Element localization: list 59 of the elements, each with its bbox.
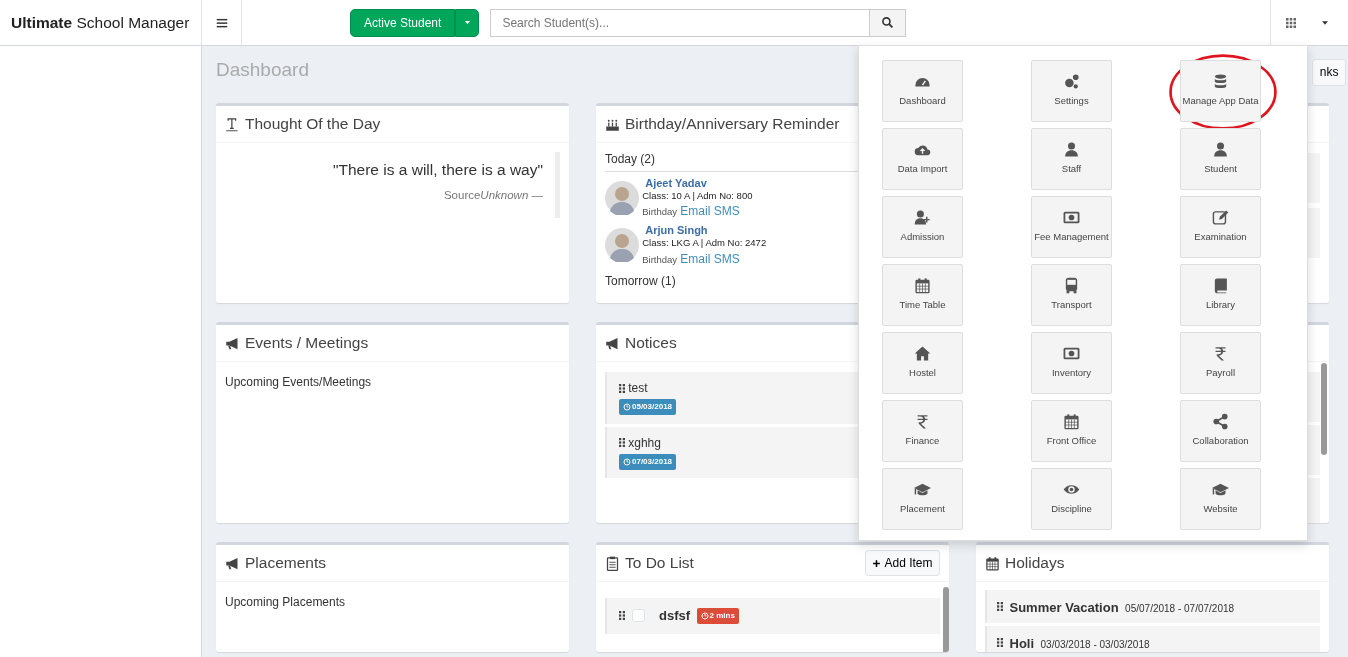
- task-text: dsfsf: [659, 607, 691, 625]
- card-title: To Do List: [625, 553, 694, 574]
- app-tile[interactable]: Payroll: [1180, 332, 1261, 394]
- card-title: Placements: [245, 553, 326, 574]
- card-title: Thought Of the Day: [245, 114, 381, 135]
- app-tile[interactable]: Front Office: [1031, 400, 1112, 462]
- sms-link[interactable]: SMS: [713, 249, 740, 268]
- app-tile[interactable]: Fee Management: [1031, 196, 1112, 258]
- sms-link[interactable]: SMS: [713, 202, 740, 221]
- holiday-dates: 05/07/2018 - 07/07/2018: [1125, 602, 1235, 616]
- card-title: Notices: [625, 333, 677, 354]
- email-link[interactable]: Email: [680, 249, 711, 268]
- app-tile[interactable]: Library: [1180, 264, 1261, 326]
- card-title: Events / Meetings: [245, 333, 369, 354]
- holiday-name: Holi: [1009, 635, 1035, 652]
- app-tile[interactable]: Hostel: [882, 332, 963, 394]
- page-title: Dashboard: [216, 58, 309, 82]
- card-title: Holidays: [1005, 553, 1065, 574]
- occasion-label: Birthday: [642, 206, 678, 219]
- app-tile[interactable]: Placement: [882, 468, 963, 530]
- add-item-button[interactable]: Add Item: [864, 549, 940, 577]
- notice-title: test: [628, 380, 648, 397]
- empty-message: Upcoming Placements: [225, 595, 346, 609]
- app-tile[interactable]: Transport: [1031, 264, 1112, 326]
- holiday-dates: 03/03/2018 - 03/03/2018: [1040, 638, 1150, 652]
- email-link[interactable]: Email: [680, 202, 711, 221]
- occasion-label: Birthday: [642, 253, 678, 267]
- app-tile[interactable]: Collaboration: [1180, 400, 1261, 462]
- search-field[interactable]: Search Student(s)...: [490, 8, 871, 37]
- group-label: Today (2): [605, 152, 656, 166]
- links-button[interactable]: nks: [1312, 59, 1346, 86]
- holiday-name: Summer Vacation: [1009, 599, 1119, 617]
- app-tile[interactable]: Settings: [1031, 60, 1112, 122]
- card-title: Birthday/Anniversary Reminder: [625, 114, 840, 135]
- quote-text: "There is a will, there is a way": [333, 160, 543, 180]
- app-tile[interactable]: Website: [1180, 468, 1261, 530]
- date-badge: 05/03/2018: [619, 399, 677, 415]
- notice-title: xghhg: [628, 434, 661, 452]
- app-tile[interactable]: Student: [1180, 128, 1261, 190]
- app-tile[interactable]: Manage App Data: [1180, 60, 1261, 122]
- app-tile[interactable]: Staff: [1031, 128, 1112, 190]
- app-tile[interactable]: Time Table: [882, 264, 963, 326]
- app-tile[interactable]: Dashboard: [882, 60, 963, 122]
- time-badge: 2 mins: [696, 607, 739, 624]
- person-name[interactable]: Arjun Singh: [642, 223, 767, 238]
- class-details: Class: LKG A | Adm No: 2472: [642, 237, 767, 250]
- quote-source: SourceUnknown —: [443, 188, 543, 204]
- app-tile[interactable]: Finance: [882, 400, 963, 462]
- group-label: Tomorrow (1): [605, 273, 676, 288]
- person-name[interactable]: Ajeet Yadav: [642, 175, 753, 190]
- date-badge: 07/03/2018: [619, 453, 677, 470]
- app-brand[interactable]: Ultimate School Manager: [11, 10, 190, 35]
- class-details: Class: 10 A | Adm No: 800: [642, 189, 753, 203]
- empty-message: Upcoming Events/Meetings: [225, 375, 372, 389]
- app-tile[interactable]: Examination: [1180, 196, 1261, 258]
- app-tile[interactable]: Discipline: [1031, 468, 1112, 530]
- app-tile[interactable]: Admission: [882, 196, 963, 258]
- app-tile[interactable]: Data Import: [882, 128, 963, 190]
- app-tile[interactable]: Inventory: [1031, 332, 1112, 394]
